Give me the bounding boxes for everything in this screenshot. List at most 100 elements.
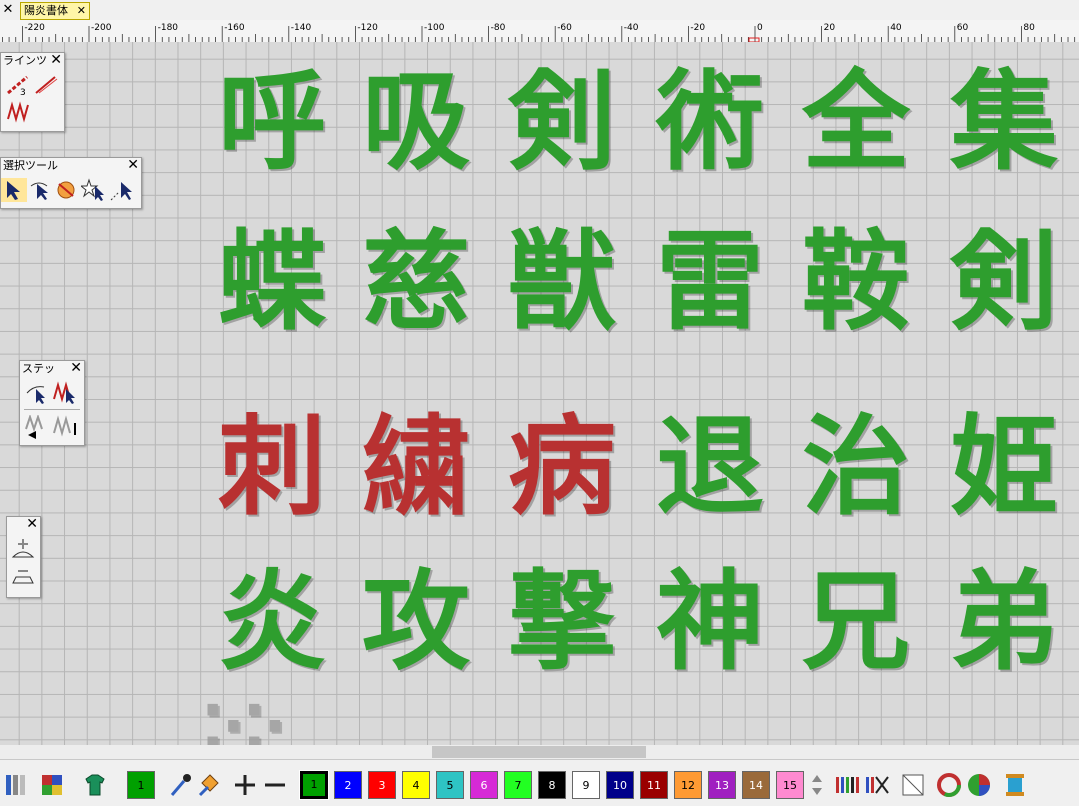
stitch-forward-icon[interactable] [52, 415, 78, 439]
embroidered-glyph[interactable]: 呼 [208, 62, 336, 182]
color-swatch-14[interactable]: 14 [742, 771, 770, 799]
lasso-select-icon[interactable] [27, 178, 53, 202]
ruler-label: 80 [1023, 23, 1035, 33]
color-swatch-10[interactable]: 10 [606, 771, 634, 799]
embroidered-glyph[interactable]: 退 [646, 407, 774, 527]
color-swatch-9[interactable]: 9 [572, 771, 600, 799]
object-select-icon[interactable] [53, 178, 79, 202]
stitch-backward-icon[interactable] [24, 413, 50, 439]
ruler-ticks: -220 -200 -180 -160 -140 -120 -100 -80 -60 -40 -20… [2, 23, 1076, 42]
stitch-select-icon[interactable] [52, 381, 78, 405]
embroidered-glyph[interactable]: 集 [940, 62, 1068, 182]
embroidered-glyph[interactable]: 撃 [498, 562, 626, 682]
document-tab-bar: ✕ 陽炎書体 ✕ [0, 0, 1079, 21]
faded-glyph: ░ [185, 707, 313, 745]
select-tool-palette: 選択ツール ✕ [0, 157, 142, 209]
add-color-icon[interactable] [232, 771, 258, 799]
scrollbar-thumb[interactable] [432, 746, 646, 758]
color-swatch-13[interactable]: 13 [708, 771, 736, 799]
embroidered-glyph[interactable]: 雷 [646, 222, 774, 342]
select-arrow-icon[interactable] [1, 178, 27, 202]
ruler-label: -140 [291, 23, 312, 33]
embroidered-glyph[interactable]: 刺 [208, 407, 336, 527]
thread-list-icon[interactable] [2, 771, 28, 799]
ruler-label: -60 [557, 23, 572, 33]
embroidered-glyph[interactable]: 病 [498, 407, 626, 527]
line-stitch-icon[interactable]: 3 [5, 73, 31, 98]
close-all-icon[interactable]: ✕ [0, 2, 16, 18]
embroidered-glyph[interactable]: 蝶 [208, 222, 336, 342]
design-canvas[interactable]: 呼吸剣術全集蝶慈獣雷鞍剣刺繍病退治姫炎攻撃神兄弟 ░ ラインツ ✕ 3 選択ツー… [0, 42, 1079, 745]
eyedropper-icon[interactable] [168, 771, 194, 799]
bottom-toolbar: 1 1 2 3 4 5 6 7 8 9 10 11 12 13 14 15 [0, 759, 1079, 806]
color-pie-icon[interactable] [966, 771, 992, 799]
ruler-label: -20 [690, 23, 705, 33]
embroidered-glyph[interactable]: 繍 [352, 407, 480, 527]
fill-bucket-icon[interactable] [196, 771, 222, 799]
embroidered-glyph[interactable]: 治 [792, 407, 920, 527]
embroidered-glyph[interactable]: 姫 [940, 407, 1068, 527]
stitch-edit-icon[interactable] [24, 381, 50, 405]
thread-chart-icon[interactable] [834, 771, 860, 799]
embroidered-glyph[interactable]: 剣 [498, 62, 626, 182]
ruler-label: -180 [158, 23, 179, 33]
color-swatch-15[interactable]: 15 [776, 771, 804, 799]
stitch-palette-title: ステッ [22, 362, 55, 375]
ruler-label: 20 [824, 23, 836, 33]
color-swatch-8[interactable]: 8 [538, 771, 566, 799]
zoom-in-icon[interactable] [10, 537, 36, 561]
thread-chart-edit-icon[interactable] [864, 771, 890, 799]
document-tab[interactable]: 陽炎書体 ✕ [20, 2, 90, 20]
zoom-out-icon[interactable] [10, 565, 36, 589]
embroidered-glyph[interactable]: 兄 [792, 562, 920, 682]
embroidered-glyph[interactable]: 鞍 [792, 222, 920, 342]
embroidered-glyph[interactable]: 慈 [352, 222, 480, 342]
select-palette-title: 選択ツール [3, 159, 58, 172]
shirt-icon[interactable] [82, 771, 108, 799]
color-swatch-12[interactable]: 12 [674, 771, 702, 799]
color-swatch-3[interactable]: 3 [368, 771, 396, 799]
horizontal-scrollbar[interactable] [0, 745, 1079, 759]
zoom-palette: ✕ [6, 516, 41, 598]
ruler-label: -200 [91, 23, 112, 33]
current-color-indicator[interactable]: 1 [127, 771, 155, 799]
color-swatch-5[interactable]: 5 [436, 771, 464, 799]
embroidered-glyph[interactable]: 炎 [208, 562, 336, 682]
ruler-label: -80 [491, 23, 506, 33]
color-swatch-2[interactable]: 2 [334, 771, 362, 799]
ruler-label: -160 [224, 23, 245, 33]
color-swatch-11[interactable]: 11 [640, 771, 668, 799]
embroidered-glyph[interactable]: 術 [646, 62, 774, 182]
line-palette-title: ラインツ [3, 54, 47, 67]
color-swatch-6[interactable]: 6 [470, 771, 498, 799]
embroidered-glyph[interactable]: 弟 [940, 562, 1068, 682]
swatch-scroll-icon[interactable] [808, 771, 826, 799]
embroidered-glyph[interactable]: 剣 [940, 222, 1068, 342]
embroidered-glyph[interactable]: 吸 [352, 62, 480, 182]
embroidered-glyph[interactable]: 神 [646, 562, 774, 682]
ruler-label: 0 [757, 23, 763, 33]
embroidered-glyph[interactable]: 全 [792, 62, 920, 182]
color-swatch-7[interactable]: 7 [504, 771, 532, 799]
close-palette-icon[interactable]: ✕ [70, 361, 82, 376]
thread-spool-icon[interactable] [1002, 771, 1028, 799]
magic-select-icon[interactable] [79, 178, 107, 202]
embroidered-glyph[interactable]: 獣 [498, 222, 626, 342]
point-select-icon[interactable] [109, 178, 135, 202]
color-wheel-icon[interactable] [936, 771, 962, 799]
color-swatch-1[interactable]: 1 [299, 770, 329, 800]
embroidered-glyph[interactable]: 攻 [352, 562, 480, 682]
ruler-label: -100 [424, 23, 445, 33]
color-palette-icon[interactable] [40, 771, 66, 799]
close-palette-icon[interactable]: ✕ [127, 158, 139, 173]
zigzag-line-icon[interactable] [5, 99, 31, 123]
close-tab-icon[interactable]: ✕ [77, 3, 86, 19]
hide-stitches-icon[interactable] [900, 771, 926, 799]
document-tab-title: 陽炎書体 [24, 4, 68, 17]
ruler-label: -120 [357, 23, 378, 33]
close-palette-icon[interactable]: ✕ [26, 517, 38, 532]
remove-color-icon[interactable] [262, 771, 288, 799]
close-palette-icon[interactable]: ✕ [50, 53, 62, 68]
color-swatch-4[interactable]: 4 [402, 771, 430, 799]
triple-line-icon[interactable] [33, 73, 59, 97]
